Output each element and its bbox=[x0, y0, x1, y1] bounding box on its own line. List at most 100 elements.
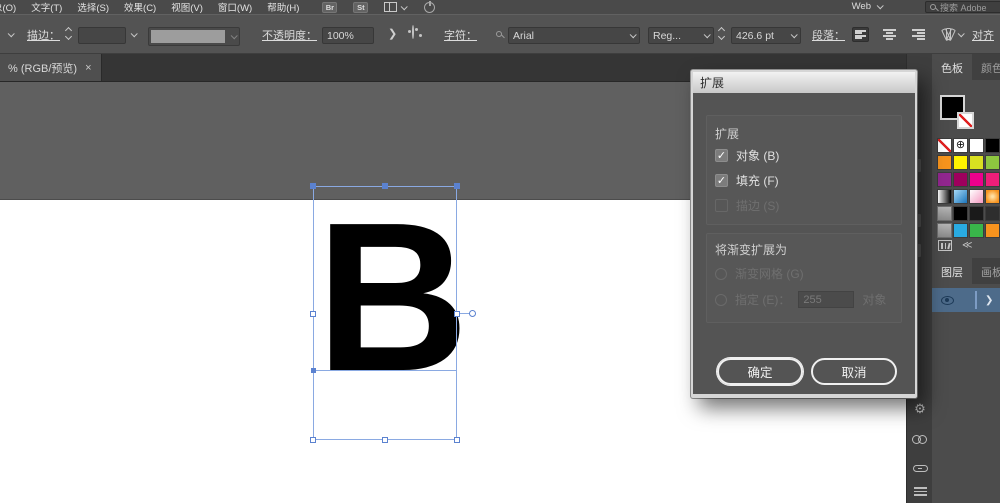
workspace-switcher-icon[interactable] bbox=[384, 2, 398, 12]
align-left-icon[interactable] bbox=[852, 27, 869, 42]
align-right-icon[interactable] bbox=[910, 27, 927, 42]
chevron-down-icon[interactable] bbox=[7, 30, 15, 38]
swatch[interactable] bbox=[937, 155, 952, 170]
font-size-field[interactable]: 426.6 pt bbox=[731, 27, 801, 44]
selection-handle-bottom-center[interactable] bbox=[382, 437, 388, 443]
recolor-artwork-icon[interactable] bbox=[408, 25, 422, 39]
layer-divider bbox=[975, 291, 977, 309]
tab-color[interactable]: 颜色 bbox=[972, 54, 1000, 80]
ok-button[interactable]: 确定 bbox=[717, 358, 803, 385]
font-style-field[interactable]: Reg... bbox=[648, 27, 714, 44]
swatch[interactable] bbox=[985, 172, 1000, 187]
chevron-down-icon[interactable] bbox=[130, 30, 138, 38]
opacity-flyout-arrow[interactable]: ❯ bbox=[388, 27, 397, 40]
checkbox-row-fill[interactable]: ✓ 填充 (F) bbox=[715, 172, 779, 189]
selection-handle-mid-left[interactable] bbox=[310, 311, 316, 317]
creative-cloud-icon[interactable] bbox=[907, 432, 933, 447]
menu-select[interactable]: 选择(S) bbox=[77, 0, 109, 14]
baseline-anchor[interactable] bbox=[311, 368, 316, 373]
variable-width-profile[interactable] bbox=[148, 27, 240, 46]
stroke-none-swatch[interactable] bbox=[957, 112, 974, 129]
swatch[interactable] bbox=[985, 189, 1000, 204]
link-icon[interactable] bbox=[907, 460, 933, 475]
selection-handle-top-left[interactable] bbox=[310, 183, 316, 189]
stroke-weight-field[interactable] bbox=[78, 27, 126, 44]
search-input[interactable]: 搜索 Adobe bbox=[925, 1, 1000, 13]
opacity-label[interactable]: 不透明度： bbox=[262, 27, 317, 43]
dialog-body: 扩展 ✓ 对象 (B) ✓ 填充 (F) 描边 (S) 将渐变扩展为 渐变网格 … bbox=[693, 93, 915, 394]
swatch[interactable] bbox=[937, 189, 952, 204]
menu-icon[interactable] bbox=[907, 485, 933, 501]
specify-suffix-label: 对象 bbox=[862, 293, 887, 307]
menu-object[interactable]: 象(O) bbox=[0, 0, 16, 14]
menu-effect[interactable]: 效果(C) bbox=[124, 0, 156, 14]
swatch[interactable] bbox=[937, 138, 952, 153]
swatch[interactable] bbox=[937, 172, 952, 187]
swatch-libraries-icon[interactable] bbox=[938, 240, 952, 251]
menu-type[interactable]: 文字(T) bbox=[31, 0, 62, 14]
workspace-select[interactable]: Web bbox=[852, 1, 871, 12]
opacity-field[interactable]: 100% bbox=[322, 27, 374, 44]
swatch[interactable] bbox=[953, 206, 968, 221]
swatch[interactable] bbox=[969, 223, 984, 238]
swatch[interactable]: ⊕ bbox=[953, 138, 968, 153]
swatch[interactable] bbox=[969, 155, 984, 170]
tab-artboards[interactable]: 画板 bbox=[972, 258, 1000, 284]
selection-handle-top-right[interactable] bbox=[454, 183, 460, 189]
swatch[interactable] bbox=[985, 223, 1000, 238]
tab-swatches[interactable]: 色板 bbox=[932, 54, 972, 80]
document-tab[interactable]: % (RGB/预览) × bbox=[0, 54, 102, 81]
swatch[interactable] bbox=[985, 138, 1000, 153]
text-out-port[interactable] bbox=[469, 310, 476, 317]
align-center-icon[interactable] bbox=[881, 27, 898, 42]
menu-window[interactable]: 窗口(W) bbox=[218, 0, 252, 14]
swatch[interactable] bbox=[969, 189, 984, 204]
swatch[interactable] bbox=[985, 206, 1000, 221]
cancel-button[interactable]: 取消 bbox=[811, 358, 897, 385]
swatch[interactable] bbox=[969, 138, 984, 153]
align-panel-label[interactable]: 对齐 bbox=[972, 27, 994, 43]
swatch[interactable] bbox=[937, 223, 952, 238]
bridge-button[interactable]: Br bbox=[322, 1, 338, 13]
selection-handle-bottom-right[interactable] bbox=[454, 437, 460, 443]
swatch[interactable] bbox=[969, 206, 984, 221]
gpu-power-icon[interactable] bbox=[424, 0, 436, 13]
selection-handle-mid-right[interactable] bbox=[454, 311, 460, 317]
checkbox-object[interactable]: ✓ bbox=[715, 149, 728, 162]
font-family-field[interactable]: Arial bbox=[508, 27, 640, 44]
selection-handle-top-center[interactable] bbox=[382, 183, 388, 189]
font-size-stepper[interactable] bbox=[717, 26, 726, 41]
selection-handle-bottom-left[interactable] bbox=[310, 437, 316, 443]
menu-help[interactable]: 帮助(H) bbox=[267, 0, 299, 14]
checkbox-row-object[interactable]: ✓ 对象 (B) bbox=[715, 147, 779, 164]
close-icon[interactable]: × bbox=[85, 62, 91, 74]
swatch[interactable] bbox=[969, 172, 984, 187]
stroke-label[interactable]: 描边： bbox=[27, 27, 60, 43]
swatch[interactable] bbox=[953, 155, 968, 170]
swatch[interactable] bbox=[953, 172, 968, 187]
swatch[interactable] bbox=[953, 223, 968, 238]
visibility-eye-icon[interactable] bbox=[941, 295, 954, 305]
dialog-title-bar[interactable]: 扩展 bbox=[693, 72, 915, 93]
fill-stroke-indicator[interactable] bbox=[940, 95, 974, 129]
tab-layers[interactable]: 图层 bbox=[932, 258, 972, 284]
chevron-down-icon[interactable] bbox=[876, 2, 884, 10]
checkbox-fill[interactable]: ✓ bbox=[715, 174, 728, 187]
swatch[interactable] bbox=[985, 155, 1000, 170]
character-label[interactable]: 字符： bbox=[444, 27, 477, 43]
stroke-weight-stepper[interactable] bbox=[64, 26, 73, 41]
chevron-down-icon[interactable] bbox=[957, 30, 965, 38]
swatch[interactable] bbox=[953, 189, 968, 204]
radio-row-mesh: 渐变网格 (G) bbox=[715, 265, 804, 282]
search-icon bbox=[930, 4, 939, 12]
font-search-icon[interactable] bbox=[496, 31, 505, 39]
swatch-kind-icon[interactable]: ≪ bbox=[962, 240, 972, 251]
swatch[interactable] bbox=[937, 206, 952, 221]
stock-button[interactable]: St bbox=[353, 1, 369, 13]
menu-view[interactable]: 视图(V) bbox=[171, 0, 203, 14]
paragraph-label[interactable]: 段落： bbox=[812, 27, 845, 43]
chevron-down-icon[interactable] bbox=[401, 2, 409, 10]
layer-row[interactable]: ❯ bbox=[932, 288, 1000, 312]
layer-expand-icon[interactable]: ❯ bbox=[985, 295, 993, 306]
gear-icon[interactable]: ⚙ bbox=[907, 401, 933, 417]
